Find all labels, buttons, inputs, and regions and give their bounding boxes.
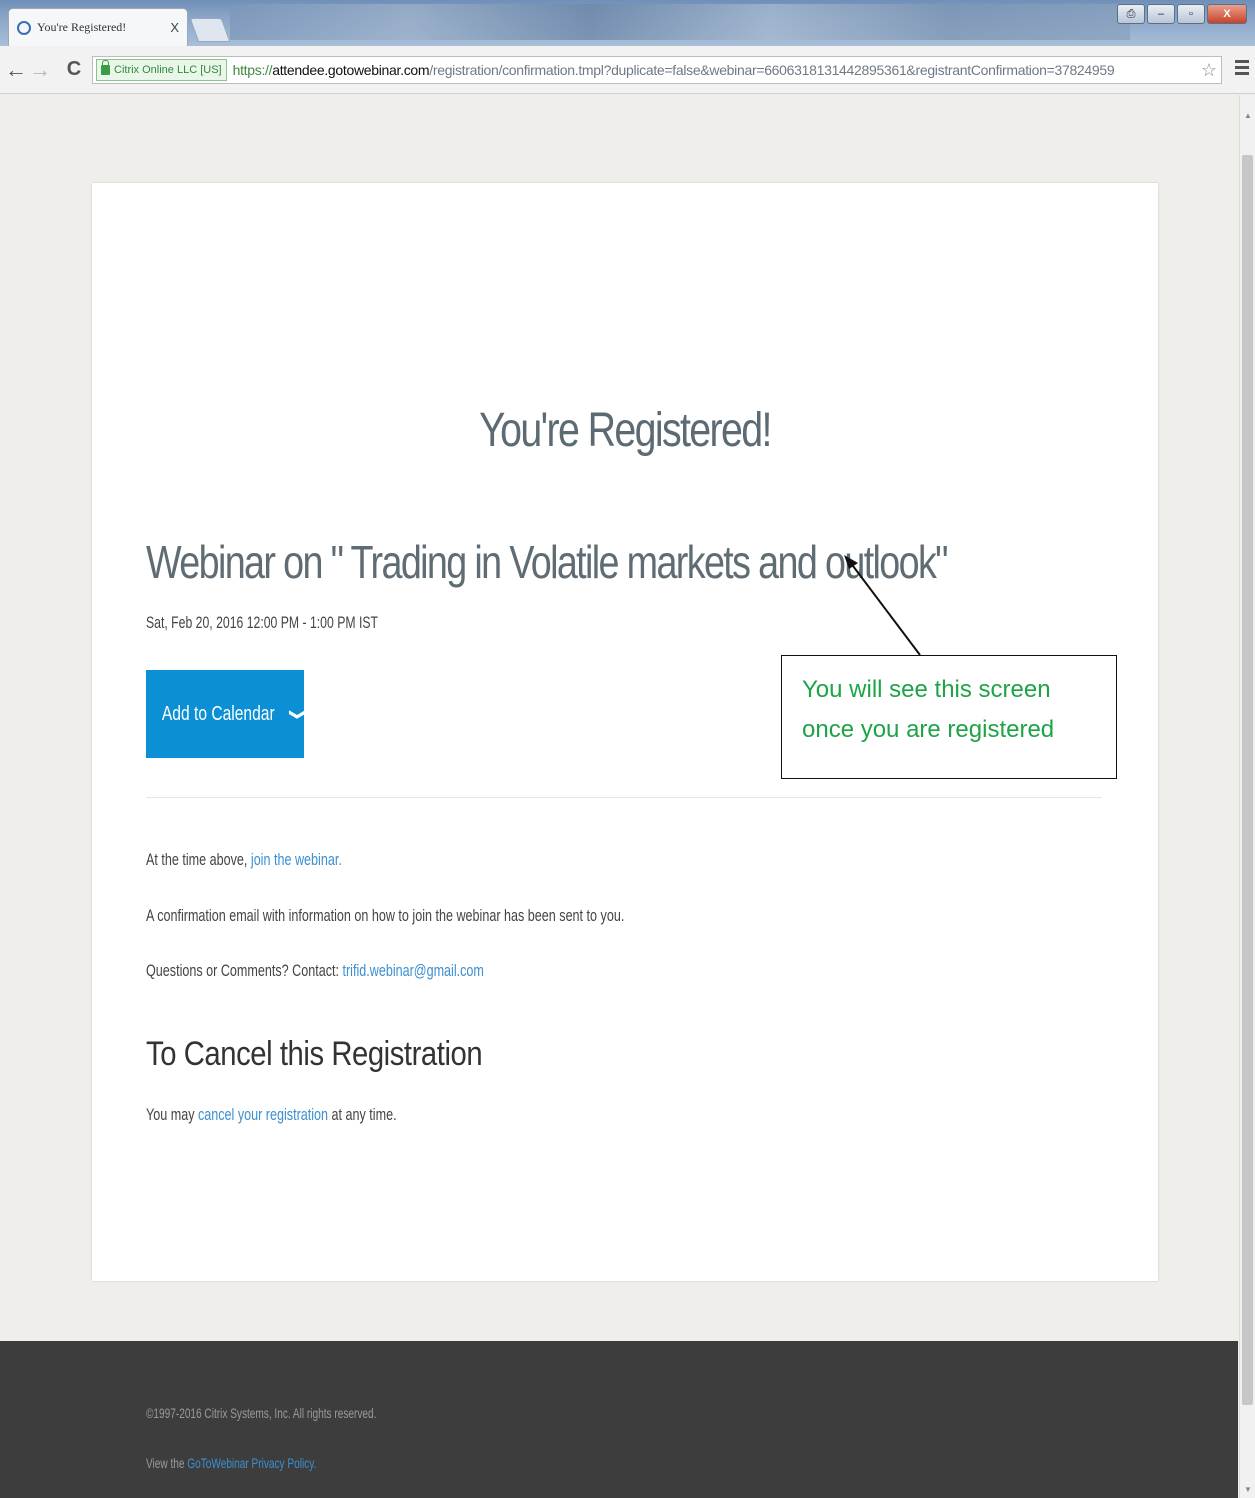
browser-tab[interactable]: You're Registered! X — [8, 8, 188, 46]
url-protocol: https:// — [232, 62, 273, 78]
maximize-button[interactable]: ▫ — [1177, 4, 1205, 24]
user-icon[interactable]: ⎙ — [1117, 4, 1145, 24]
scrollbar-thumb[interactable] — [1242, 155, 1253, 1405]
browser-titlebar: You're Registered! X ⎙ – ▫ X — [0, 0, 1255, 46]
cancel-instructions: You may cancel your registration at any … — [146, 1105, 397, 1125]
contact-email-link[interactable]: trifid.webinar@gmail.com — [342, 961, 483, 980]
back-arrow-icon[interactable]: ← — [4, 57, 28, 83]
privacy-line: View the GoToWebinar Privacy Policy. — [146, 1455, 316, 1471]
cancel-suffix: at any time. — [328, 1105, 397, 1124]
tab-close-icon[interactable]: X — [170, 20, 179, 35]
privacy-prefix: View the — [146, 1455, 188, 1471]
scroll-down-icon[interactable]: ▼ — [1244, 1485, 1252, 1494]
privacy-policy-link[interactable]: GoToWebinar Privacy Policy. — [187, 1455, 316, 1471]
page-viewport: You're Registered! Webinar on " Trading … — [0, 95, 1238, 1498]
url-path: /registration/confirmation.tmpl?duplicat… — [429, 62, 1115, 78]
url-text: https://attendee.gotowebinar.com/registr… — [233, 62, 1115, 78]
join-instructions: At the time above, join the webinar. — [146, 850, 342, 870]
ev-badge-label: Citrix Online LLC [US] — [114, 64, 222, 76]
titlebar-background — [230, 4, 1130, 40]
annotation-callout: You will see this screen once you are re… — [781, 655, 1117, 779]
cancel-prefix: You may — [146, 1105, 198, 1124]
ev-certificate-badge[interactable]: Citrix Online LLC [US] — [96, 59, 227, 81]
annotation-line-2: once you are registered — [802, 716, 1055, 743]
minimize-button[interactable]: – — [1147, 4, 1175, 24]
url-host: attendee.gotowebinar.com — [272, 62, 430, 78]
window-controls: ⎙ – ▫ X — [1117, 4, 1247, 24]
scroll-up-icon[interactable]: ▲ — [1244, 111, 1252, 120]
new-tab-button[interactable] — [189, 18, 231, 42]
bookmark-star-icon[interactable]: ☆ — [1198, 60, 1217, 81]
cancel-heading: To Cancel this Registration — [146, 1035, 483, 1073]
page-title: You're Registered! — [479, 404, 772, 457]
webinar-title: Webinar on " Trading in Volatile markets… — [146, 536, 949, 588]
contact-prefix: Questions or Comments? Contact: — [146, 961, 343, 980]
vertical-scrollbar[interactable]: ▲ ▼ — [1239, 95, 1255, 1498]
divider — [146, 797, 1102, 798]
address-bar[interactable]: Citrix Online LLC [US] https://attendee.… — [92, 56, 1222, 84]
join-prefix: At the time above, — [146, 850, 251, 869]
reload-icon[interactable]: C — [62, 58, 86, 81]
add-to-calendar-button[interactable]: Add to Calendar ❯ — [146, 670, 308, 758]
chevron-down-icon: ❯ — [290, 708, 308, 720]
close-window-button[interactable]: X — [1207, 4, 1247, 24]
webinar-datetime: Sat, Feb 20, 2016 12:00 PM - 1:00 PM IST — [146, 613, 379, 632]
cancel-registration-link[interactable]: cancel your registration — [198, 1105, 328, 1124]
forward-arrow-icon[interactable]: → — [28, 57, 52, 83]
confirmation-note: A confirmation email with information on… — [146, 906, 625, 925]
contact-info: Questions or Comments? Contact: trifid.w… — [146, 961, 484, 981]
browser-toolbar: ← → C Citrix Online LLC [US] https://att… — [0, 46, 1255, 94]
favicon-icon — [17, 20, 31, 35]
chrome-menu-icon[interactable] — [1235, 60, 1249, 78]
join-webinar-link[interactable]: join the webinar. — [251, 850, 342, 869]
annotation-line-1: You will see this screen — [802, 676, 1051, 703]
page-footer: ©1997-2016 Citrix Systems, Inc. All righ… — [0, 1341, 1238, 1498]
copyright-text: ©1997-2016 Citrix Systems, Inc. All righ… — [146, 1405, 377, 1421]
tab-title: You're Registered! — [37, 20, 127, 34]
add-to-calendar-label: Add to Calendar — [161, 702, 275, 725]
lock-icon — [101, 60, 110, 75]
